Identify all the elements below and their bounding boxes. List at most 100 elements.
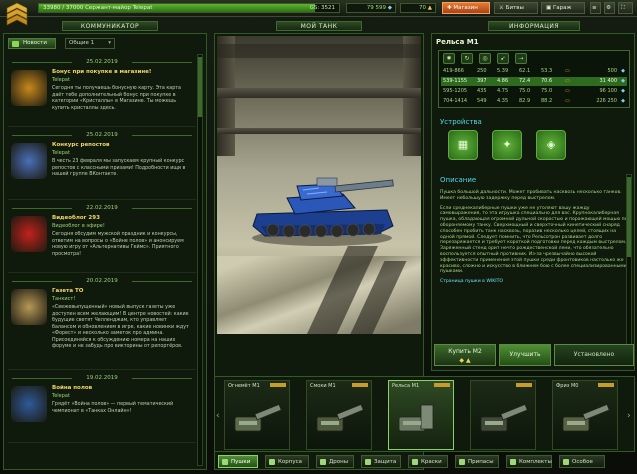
news-item[interactable]: Конкурс репостов Telepat В честь 23 феврал… [8, 140, 196, 200]
tab-label: Краски [421, 459, 442, 465]
description-text: Пушка большой дальности. Может пробивать… [440, 190, 630, 289]
modification-icon: ▭ [565, 78, 570, 84]
tab-label: Припасы [468, 459, 494, 465]
stat-cell: 397 [477, 78, 487, 84]
news-date: 25.02.2019 [8, 132, 196, 138]
tab-label: Комплекты [519, 459, 552, 465]
news-item[interactable]: Бонус при покупке в магазине! Telepat Сего… [8, 67, 196, 127]
news-author: Telepat [52, 150, 70, 156]
news-icon [12, 41, 19, 47]
crystals-counter: 79 599 ◆ [346, 3, 396, 13]
turret-icon [562, 403, 610, 432]
garage-item[interactable]: Смоки М1 [306, 380, 372, 450]
wiki-link[interactable]: Страница пушки в WIKITO [440, 279, 503, 284]
news-body: «Свежевыпущенный» новый выпуск газеты уж… [52, 305, 189, 349]
garage-item[interactable]: Фриз М0 [552, 380, 618, 450]
buy-m2-button[interactable]: Купить М2 ◆ ▲ [434, 344, 496, 366]
news-item[interactable]: Видеоблог 293 Видеоблог в эфире! Сегодня о… [8, 213, 196, 273]
tab-kits[interactable]: Комплекты [506, 455, 552, 468]
rank-stars-icon [598, 383, 614, 387]
modification-icon: ▭ [565, 68, 570, 74]
news-item[interactable]: Газета ТО Танкист! «Свежевыпущенный» новый… [8, 286, 196, 370]
game-window: 33980 / 37000 Сержант-майор Telepat GS: … [0, 0, 637, 474]
tab-protection[interactable]: Защита [361, 455, 401, 468]
description-scrollbar[interactable] [626, 174, 632, 364]
turret-icon [480, 403, 528, 432]
device-slot-3[interactable]: ◈ [536, 130, 566, 160]
battles-button[interactable]: ⚔ Битвы [494, 2, 538, 14]
news-author: Telepat [52, 77, 70, 83]
range-icon: ◎ [479, 53, 491, 64]
scene-beam [217, 44, 421, 58]
tab-label: Пушки [231, 459, 251, 465]
gear-score: GS: 3521 [309, 5, 335, 11]
garage-item[interactable]: Огнемёт М1 [224, 380, 290, 450]
news-body: Сегодня ты получаешь бонусную карту. Эта… [52, 86, 181, 111]
description-title: Описание [440, 176, 477, 184]
communicator-panel: Новости Общие 1 ▾ 25.02.2019 Бонус при пок… [3, 33, 207, 470]
tab-hulls[interactable]: Корпуса [265, 455, 309, 468]
stat-cell: 53.3 [541, 68, 553, 74]
upgrade-row[interactable]: 595-1205 435 4.75 75.0 75.0 ▭ 96 100 ◆ [441, 87, 627, 96]
scrollbar-thumb[interactable] [198, 57, 202, 117]
garage-scene[interactable] [217, 36, 421, 334]
experience-bar: 33980 / 37000 Сержант-майор Telepat GS: … [38, 3, 340, 13]
turret-icon [398, 404, 434, 432]
news-date: 22.02.2019 [8, 205, 196, 211]
shop-button[interactable]: ✚ Магазин [442, 2, 490, 14]
level-value: 70 [419, 5, 427, 11]
device-slot-2[interactable]: ✦ [492, 130, 522, 160]
tab-label: Корпуса [278, 459, 303, 465]
drones-icon [320, 459, 326, 465]
news-thumbnail-icon [11, 216, 47, 252]
tank-model[interactable] [247, 168, 397, 248]
garage-item[interactable]: Рельса М1 [388, 380, 454, 450]
scroll-left-icon[interactable]: ‹ [216, 411, 222, 421]
upgrade-price: 96 100 [599, 88, 618, 94]
news-thumbnail-icon [11, 70, 47, 106]
devices-title: Устройства [440, 118, 482, 126]
garage-item[interactable] [470, 380, 536, 450]
menu-button[interactable]: ≡ [590, 2, 601, 14]
scroll-right-icon[interactable]: › [627, 411, 633, 421]
stat-cell: 250 [477, 68, 487, 74]
news-date: 25.02.2019 [8, 59, 196, 65]
tab-news[interactable]: Новости [8, 38, 56, 49]
news-feed[interactable]: 25.02.2019 Бонус при покупке в магазине! T… [8, 54, 196, 466]
news-filter-dropdown[interactable]: Общие 1 ▾ [65, 38, 115, 49]
scene-rail-2 [217, 128, 421, 134]
garage-button[interactable]: ▣ Гараж [541, 2, 585, 14]
stat-cell: 4.35 [497, 98, 509, 104]
news-author: Telepat [52, 393, 70, 399]
crystal-icon: ◆ [621, 78, 625, 84]
news-scrollbar[interactable] [197, 54, 203, 466]
fullscreen-button[interactable]: ⛶ [618, 2, 633, 14]
news-item[interactable]: Война полов Telepat Грядёт «Война полов» —… [8, 383, 196, 443]
upgrade-button[interactable]: Улучшить [499, 344, 551, 366]
upgrade-row[interactable]: 539-1155 397 4.86 72.4 70.6 ▭ 31 400 ◆ [441, 77, 627, 86]
level-counter: 70 ▲ [400, 3, 436, 13]
paints-icon [412, 459, 418, 465]
upgrade-price: 226 250 [596, 98, 617, 104]
tab-supplies[interactable]: Припасы [455, 455, 499, 468]
garage-items-strip: ‹ › Огнемёт М1 Смоки М1 Рельса М1 Фриз М0 [214, 376, 635, 452]
upgrade-row[interactable]: 419-866 250 5.39 62.1 53.3 ▭ 500 ◆ [441, 67, 627, 76]
device-slot-1[interactable]: ▦ [448, 130, 478, 160]
settings-button[interactable]: ⚙ [604, 2, 615, 14]
crystal-icon: ◆ [621, 88, 625, 94]
tab-label: Особое [572, 459, 593, 465]
gear-icon: ⚙ [606, 5, 611, 11]
upgrade-row[interactable]: 704-1414 549 4.35 82.9 88.2 ▭ 226 250 ◆ [441, 97, 627, 106]
description-p3: Страница пушки в WIKITO [440, 279, 630, 285]
tab-paints[interactable]: Краски [408, 455, 448, 468]
battles-icon: ⚔ [499, 5, 506, 11]
garage-item-name: Огнемёт М1 [228, 383, 260, 389]
tab-special[interactable]: Особое [559, 455, 605, 468]
tab-weapons[interactable]: Пушки [218, 455, 258, 468]
tab-drones[interactable]: Дроны [316, 455, 354, 468]
news-title: Видеоблог 293 [52, 215, 100, 221]
installed-button[interactable]: Установлено [554, 344, 634, 366]
description-scrollbar-thumb[interactable] [627, 177, 631, 257]
stat-cell: 72.4 [519, 78, 531, 84]
stat-cell: 88.2 [541, 98, 553, 104]
